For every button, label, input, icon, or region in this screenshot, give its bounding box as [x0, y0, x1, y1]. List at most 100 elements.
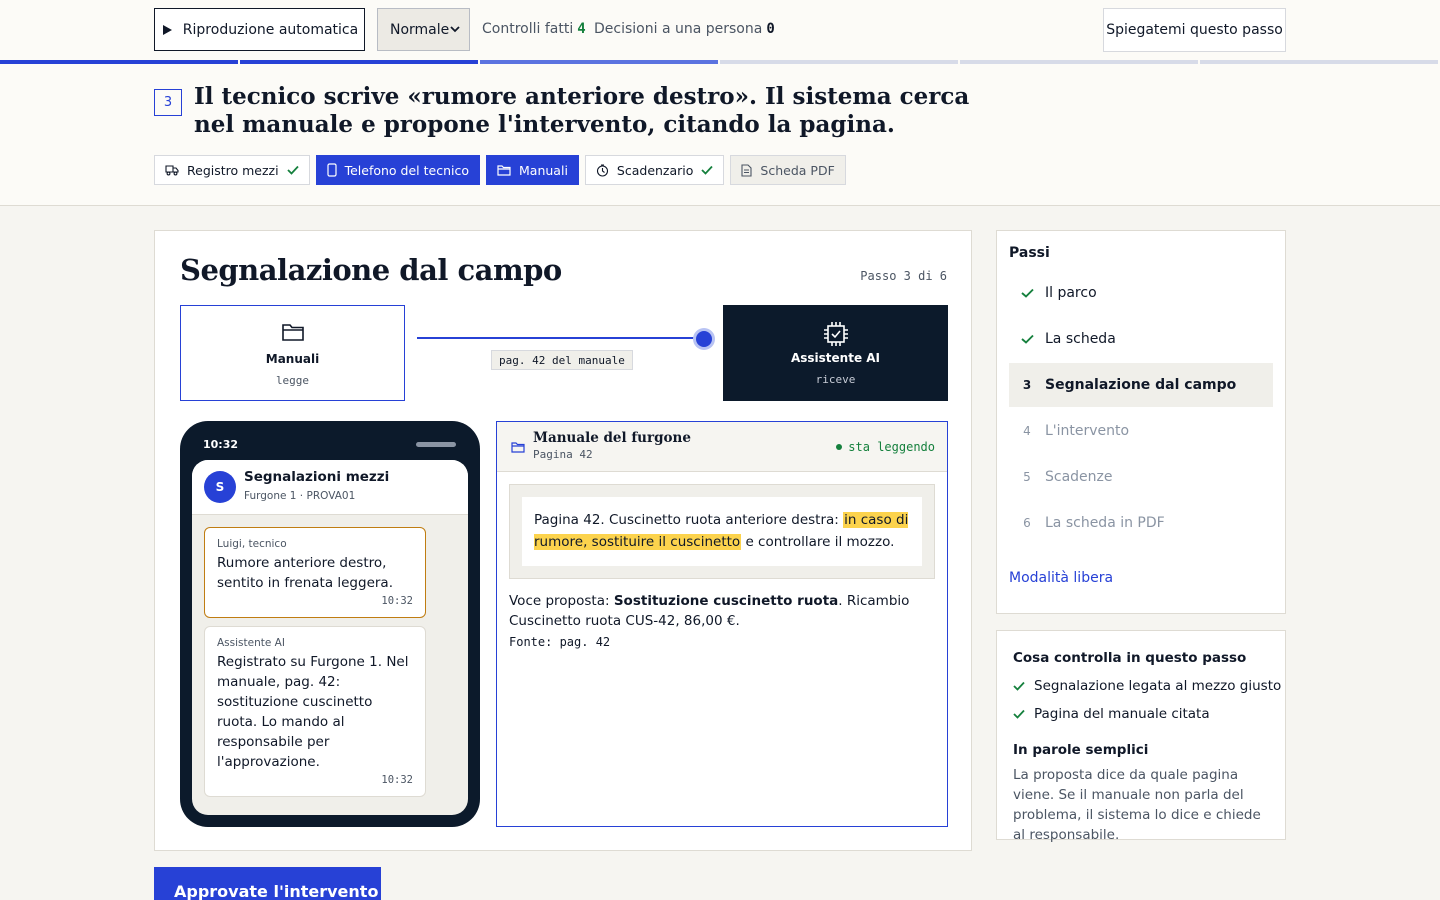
manual-source: Fonte: pag. 42 — [509, 635, 611, 649]
message-text: Rumore anteriore destro, sentito in fren… — [217, 555, 393, 591]
truck-icon — [165, 165, 179, 176]
scene-card: Segnalazione dal campo Passo 3 di 6 Manu… — [154, 230, 972, 851]
scene-title: Segnalazione dal campo — [180, 253, 562, 287]
node-sub: legge — [275, 374, 310, 387]
chip-registro-mezzi[interactable]: Registro mezzi — [154, 155, 310, 185]
step-label: La scheda in PDF — [1045, 515, 1165, 531]
quote-text-end: e controllare il mozzo. — [741, 534, 895, 550]
node-sub: riceve — [815, 373, 856, 386]
node-label: Manuali — [265, 352, 320, 366]
progress-segment — [0, 60, 238, 64]
step-label: Il parco — [1045, 285, 1097, 301]
check-item: Segnalazione legata al mezzo giusto — [1013, 678, 1281, 694]
proposed-item: Voce proposta: Sostituzione cuscinetto r… — [509, 591, 937, 631]
manual-viewer: Manuale del furgone Pagina 42 sta leggen… — [496, 421, 948, 827]
node-label: Assistente AI — [790, 351, 881, 365]
chat-message: Assistente AI Registrato su Furgone 1. N… — [204, 626, 426, 797]
chip-label: Manuali — [519, 162, 568, 178]
progress-segment — [960, 60, 1198, 64]
chat-subtitle: Furgone 1 · PROVA01 — [244, 490, 356, 502]
chip-label: Telefono del tecnico — [344, 162, 470, 178]
free-mode-link[interactable]: Modalità libera — [1009, 570, 1113, 586]
play-icon — [162, 24, 172, 35]
progress-segment — [480, 60, 718, 64]
flow-connector — [417, 337, 707, 339]
steps-title: Passi — [1009, 245, 1050, 261]
check-icon — [1013, 681, 1025, 691]
speed-select[interactable]: Normale — [377, 8, 470, 51]
checks-label: Controlli fatti — [482, 21, 574, 37]
step-item[interactable]: La scheda — [1009, 317, 1273, 361]
phone-notch — [416, 442, 456, 447]
step-number-badge: 3 — [154, 89, 182, 116]
check-icon — [1013, 709, 1025, 719]
step-number: 5 — [1023, 470, 1031, 484]
check-item-label: Pagina del manuale citata — [1034, 706, 1210, 722]
manual-quote-frame: Pagina 42. Cuscinetto ruota anteriore de… — [509, 484, 935, 579]
chip-scadenzario[interactable]: Scadenzario — [584, 155, 725, 185]
step-item[interactable]: 4 L'intervento — [1009, 409, 1273, 453]
quote-text: Pagina 42. Cuscinetto ruota anteriore de… — [534, 512, 844, 528]
message-text: Registrato su Furgone 1. Nel manuale, pa… — [217, 654, 409, 770]
step-headline: Il tecnico scrive «rumore anteriore dest… — [194, 83, 970, 138]
message-time: 10:32 — [381, 595, 413, 607]
document-icon — [741, 163, 752, 177]
autoplay-button[interactable]: Riproduzione automatica — [154, 8, 365, 51]
check-icon — [1009, 288, 1045, 298]
message-time: 10:32 — [381, 774, 413, 786]
step-number: 3 — [1022, 378, 1032, 392]
checks-count: 4 — [577, 21, 586, 37]
flow-node-manuali: Manuali legge — [180, 305, 405, 401]
chip-label: Registro mezzi — [187, 162, 279, 178]
flow-edge-label: pag. 42 del manuale — [491, 350, 633, 370]
check-icon — [1009, 334, 1045, 344]
message-sender: Assistente AI — [217, 637, 285, 649]
manual-status-text: sta leggendo — [848, 440, 935, 454]
chip-scheda-pdf[interactable]: Scheda PDF — [730, 155, 846, 185]
chip-label: Scheda PDF — [760, 162, 835, 178]
checks-panel: Cosa controlla in questo passo Segnalazi… — [996, 630, 1286, 843]
system-chips: Registro mezzi Telefono del tecnico Manu… — [154, 155, 846, 185]
flow-node-assistente-ai: Assistente AI riceve — [723, 305, 948, 401]
phone-screen: S Segnalazioni mezzi Furgone 1 · PROVA01… — [192, 460, 468, 815]
checks-counter: Controlli fatti 4 — [482, 21, 586, 37]
speed-value: Normale — [390, 21, 450, 38]
step-item[interactable]: 3 Segnalazione dal campo — [1009, 363, 1273, 407]
chip-label: Scadenzario — [616, 162, 694, 178]
timer-icon — [596, 163, 608, 177]
chip-telefono-tecnico[interactable]: Telefono del tecnico — [315, 155, 481, 185]
message-sender: Luigi, tecnico — [217, 538, 287, 550]
folder-icon — [281, 324, 304, 341]
step-item[interactable]: 5 Scadenze — [1009, 455, 1273, 499]
progress-segment — [240, 60, 478, 64]
avatar: S — [204, 471, 236, 503]
chip-ai-icon — [823, 322, 848, 346]
step-label: L'intervento — [1045, 423, 1130, 439]
folder-icon — [497, 165, 511, 176]
decisions-label: Decisioni a una persona — [594, 21, 763, 37]
approve-intervention-button[interactable]: Approvate l'intervento → — [154, 867, 381, 900]
check-icon — [701, 165, 714, 175]
step-number: 6 — [1023, 516, 1031, 530]
check-icon — [286, 165, 299, 175]
checks-title: Cosa controlla in questo passo — [1013, 650, 1247, 666]
manual-viewer-header: Manuale del furgone Pagina 42 sta leggen… — [497, 422, 947, 472]
check-item-label: Segnalazione legata al mezzo giusto — [1034, 678, 1282, 694]
step-label: Segnalazione dal campo — [1045, 377, 1237, 393]
plain-words-title: In parole semplici — [1013, 742, 1149, 758]
step-item[interactable]: 6 La scheda in PDF — [1009, 501, 1273, 545]
flow-signal-dot — [696, 331, 712, 347]
proposal-prefix: Voce proposta: — [509, 593, 614, 609]
step-label: Scadenze — [1045, 469, 1113, 485]
step-header: 3 Il tecnico scrive «rumore anteriore de… — [0, 65, 1440, 206]
manual-title: Manuale del furgone — [533, 430, 691, 446]
step-number: 4 — [1023, 424, 1031, 438]
step-item[interactable]: Il parco — [1009, 271, 1273, 315]
chat-message: Luigi, tecnico Rumore anteriore destro, … — [204, 527, 426, 618]
explain-step-button[interactable]: Spiegatemi questo passo — [1103, 8, 1286, 52]
chip-manuali[interactable]: Manuali — [486, 155, 579, 185]
phone-icon — [326, 163, 337, 177]
folder-icon — [511, 442, 525, 453]
decisions-count: 0 — [766, 21, 775, 37]
progress-segment — [720, 60, 958, 64]
